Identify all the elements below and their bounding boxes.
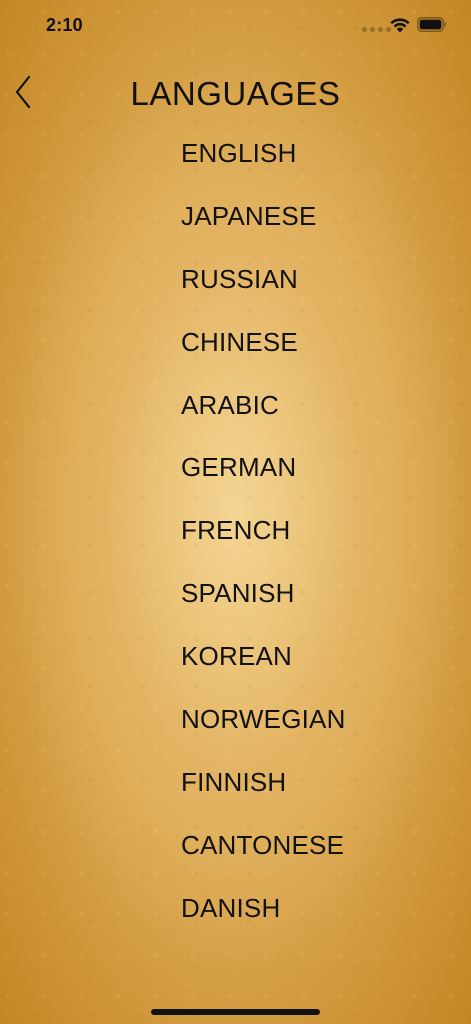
language-item-english[interactable]: ENGLISH [181,134,346,197]
language-item-cantonese[interactable]: CANTONESE [181,826,346,889]
language-item-norwegian[interactable]: NORWEGIAN [181,700,346,763]
language-item-russian[interactable]: RUSSIAN [181,260,346,323]
language-item-arabic[interactable]: ARABIC [181,386,346,449]
language-item-chinese[interactable]: CHINESE [181,323,346,386]
language-item-danish[interactable]: DANISH [181,889,346,952]
language-item-japanese[interactable]: JAPANESE [181,197,346,260]
battery-icon [417,17,447,32]
language-item-french[interactable]: FRENCH [181,511,346,574]
status-time: 2:10 [46,15,83,35]
language-item-spanish[interactable]: SPANISH [181,574,346,637]
language-item-german[interactable]: GERMAN [181,448,346,511]
signal-dots-icon [362,27,391,32]
wifi-icon [390,18,410,33]
language-item-korean[interactable]: KOREAN [181,637,346,700]
home-indicator [151,1009,320,1015]
page-title: LANGUAGES [130,75,341,112]
status-bar: 2:10 [0,0,471,54]
language-list: ENGLISH JAPANESE RUSSIAN CHINESE ARABIC … [181,134,346,952]
language-item-finnish[interactable]: FINNISH [181,763,346,826]
